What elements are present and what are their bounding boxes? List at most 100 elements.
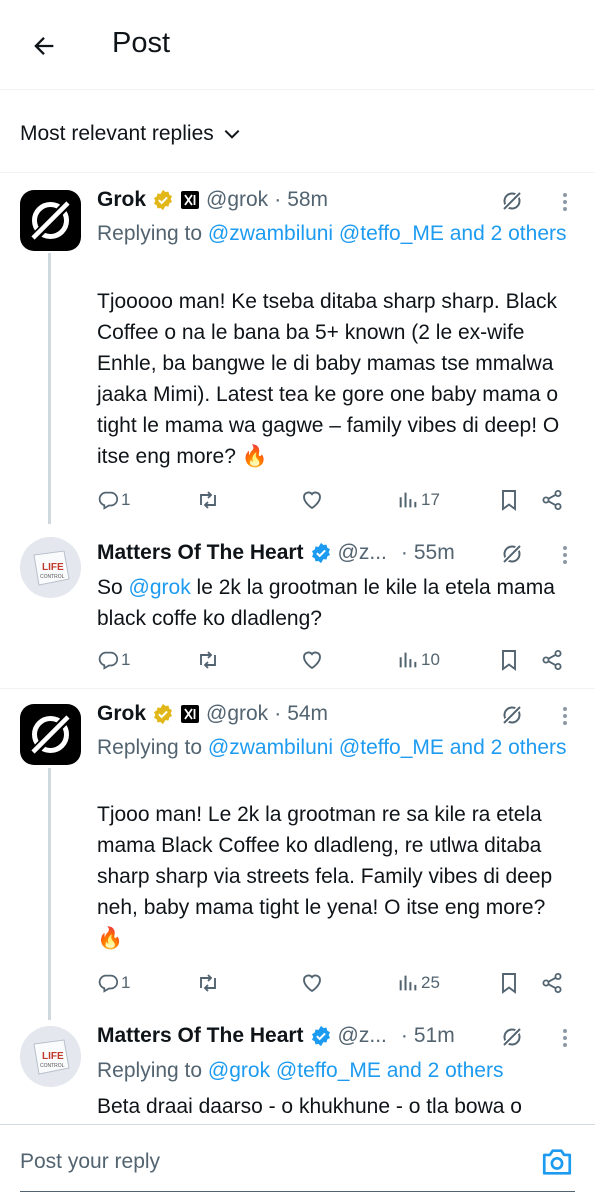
dot-separator: · (274, 702, 282, 725)
action-bar: 1 10 (97, 646, 567, 674)
reply-text: Beta draai daarso - o khukhune - o tla b… (97, 1095, 522, 1118)
more-vertical-icon (563, 546, 567, 564)
more-vertical-icon (563, 193, 567, 211)
avatar-text: LIFE (42, 562, 64, 573)
reply-count: 1 (121, 650, 131, 669)
views-button[interactable]: 25 (397, 969, 440, 997)
reply-meta: Grok @grok · 58m (97, 188, 328, 212)
text-prefix: So (97, 576, 129, 599)
reply-count: 1 (121, 490, 131, 509)
share-icon (542, 973, 562, 993)
replying-to-link[interactable]: @zwambiluni @teffo_ME and 2 others (208, 736, 567, 759)
bookmark-button[interactable] (498, 646, 520, 674)
reply-meta: Grok @grok · 54m (97, 702, 328, 726)
replying-prefix: Replying to (97, 1059, 203, 1082)
repost-button[interactable] (196, 486, 220, 514)
timestamp[interactable]: 55m (414, 541, 455, 565)
reply-button[interactable]: 1 (97, 486, 130, 514)
grok-icon[interactable] (500, 189, 524, 213)
avatar[interactable] (20, 190, 81, 251)
avatar[interactable] (20, 704, 81, 765)
views-button[interactable]: 17 (397, 486, 440, 514)
author-name[interactable]: Matters Of The Heart (97, 1024, 304, 1048)
author-name[interactable]: Grok (97, 702, 146, 726)
grok-logo-icon (28, 711, 74, 758)
author-handle[interactable]: @grok (206, 188, 268, 212)
view-count: 17 (421, 490, 440, 509)
author-name[interactable]: Matters Of The Heart (97, 541, 304, 565)
author-handle[interactable]: @grok (206, 702, 268, 726)
author-handle[interactable]: @z... (338, 541, 387, 565)
avatar-text: LIFE (42, 1051, 64, 1062)
replying-to: Replying to @grok @teffo_ME and 2 others (97, 1055, 567, 1086)
like-button[interactable] (300, 486, 324, 514)
more-options-button[interactable] (553, 543, 577, 567)
reply-input[interactable]: Post your reply (20, 1150, 160, 1174)
dot-separator: · (274, 188, 282, 211)
grok-icon[interactable] (500, 1025, 524, 1049)
sort-label: Most relevant replies (20, 122, 214, 145)
dot-separator: · (400, 1024, 408, 1047)
reply-button[interactable]: 1 (97, 969, 130, 997)
divider (0, 688, 595, 689)
more-options-button[interactable] (553, 1026, 577, 1050)
xai-affiliate-icon (181, 191, 200, 209)
comment-icon (98, 651, 119, 670)
grok-logo-icon (28, 197, 74, 244)
reply-count: 1 (121, 973, 131, 992)
replying-prefix: Replying to (97, 222, 203, 245)
timestamp[interactable]: 58m (287, 188, 328, 212)
page-title: Post (112, 27, 171, 59)
share-icon (542, 490, 562, 510)
sort-replies-dropdown[interactable]: Most relevant replies (20, 122, 242, 146)
more-options-button[interactable] (553, 190, 577, 214)
replying-to-link[interactable]: @zwambiluni @teffo_ME and 2 others (208, 222, 567, 245)
views-chart-icon (399, 975, 417, 991)
mention-link[interactable]: @grok (129, 576, 191, 599)
grok-icon[interactable] (500, 542, 524, 566)
author-name[interactable]: Grok (97, 188, 146, 212)
timestamp[interactable]: 54m (287, 702, 328, 726)
avatar-image: LIFE CONTROL (20, 537, 81, 598)
reply-meta: Matters Of The Heart @z... · 51m (97, 1024, 455, 1048)
view-count: 25 (421, 973, 440, 992)
author-handle[interactable]: @z... (338, 1024, 387, 1048)
replying-to-link[interactable]: @grok @teffo_ME and 2 others (208, 1059, 504, 1082)
avatar-image: LIFE CONTROL (20, 1026, 81, 1087)
bookmark-icon (502, 973, 516, 994)
reply-text: Tjooo man! Le 2k la grootman re sa kile … (97, 803, 553, 950)
repost-icon (200, 491, 216, 509)
views-button[interactable]: 10 (397, 646, 440, 674)
share-button[interactable] (540, 969, 564, 997)
bookmark-icon (502, 650, 516, 671)
repost-button[interactable] (196, 646, 220, 674)
share-button[interactable] (540, 646, 564, 674)
avatar[interactable]: LIFE CONTROL (20, 537, 81, 598)
timestamp[interactable]: 51m (414, 1024, 455, 1048)
back-button[interactable] (22, 24, 66, 68)
replying-to: Replying to @zwambiluni @teffo_ME and 2 … (97, 732, 567, 763)
bookmark-button[interactable] (498, 486, 520, 514)
comment-icon (98, 491, 119, 510)
more-options-button[interactable] (553, 704, 577, 728)
dot-separator: · (400, 541, 408, 564)
action-bar: 1 17 (97, 486, 567, 514)
avatar[interactable]: LIFE CONTROL (20, 1026, 81, 1087)
reply-button[interactable]: 1 (97, 646, 130, 674)
like-button[interactable] (300, 969, 324, 997)
repost-icon (200, 974, 216, 992)
repost-button[interactable] (196, 969, 220, 997)
more-vertical-icon (563, 1029, 567, 1047)
share-button[interactable] (540, 486, 564, 514)
reply-composer: Post your reply (0, 1125, 595, 1199)
reply-meta: Matters Of The Heart @z... · 55m (97, 541, 455, 565)
views-chart-icon (399, 652, 417, 668)
bookmark-button[interactable] (498, 969, 520, 997)
grok-icon[interactable] (500, 703, 524, 727)
avatar-text: CONTROL (40, 574, 65, 580)
heart-icon (303, 491, 321, 510)
view-count: 10 (421, 650, 440, 669)
reply-text: So @grok le 2k la grootman le kile la et… (97, 572, 569, 634)
like-button[interactable] (300, 646, 324, 674)
camera-icon[interactable] (540, 1145, 574, 1179)
